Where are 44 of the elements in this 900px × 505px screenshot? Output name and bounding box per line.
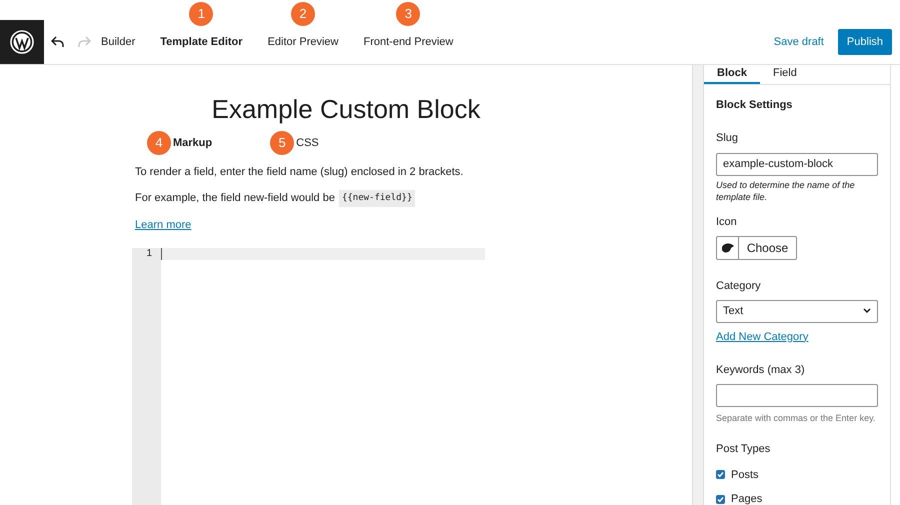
sidebar-tab[interactable]: Block	[704, 65, 760, 84]
keywords-field[interactable]	[716, 384, 878, 406]
scrollbar[interactable]	[692, 65, 704, 505]
checkbox-label: Posts	[731, 468, 759, 482]
editor-tab[interactable]: Markup	[173, 134, 212, 152]
bird-icon	[720, 242, 734, 254]
add-category-link[interactable]: Add New Category	[716, 328, 878, 345]
toolbar-tab[interactable]: Front-end Preview	[363, 34, 454, 50]
checkbox[interactable]	[716, 494, 725, 504]
line-number: 1	[145, 248, 153, 260]
example-text: For example, the field new-field would be	[135, 191, 335, 206]
step-badge: 1	[189, 2, 214, 26]
step-badge: 5	[270, 131, 294, 155]
step-badge: 3	[396, 2, 420, 26]
category-select[interactable]: Text	[716, 300, 878, 322]
save-draft-link[interactable]: Save draft	[774, 34, 824, 50]
help-text: To render a field, enter the field name (slug) enclosed in 2 brackets.	[135, 165, 464, 180]
slug-field[interactable]: example-custom-block	[716, 152, 878, 176]
help-text: Used to determine the name of the template file.	[716, 178, 856, 202]
code-sample: {{new-field}}	[338, 190, 416, 207]
field-label: Slug	[716, 131, 740, 146]
step-badge: 2	[291, 2, 316, 26]
field-label: Post Types	[716, 442, 772, 457]
toolbar-tab[interactable]: Template Editor	[160, 34, 243, 50]
wordpress-logo-icon[interactable]	[0, 20, 44, 64]
checkbox-label: Pages	[731, 492, 762, 505]
block-title: Example Custom Block	[212, 93, 480, 125]
learn-more-link[interactable]: Learn more	[135, 217, 563, 234]
section-heading: Block Settings	[716, 98, 794, 112]
toolbar-tab[interactable]: Editor Preview	[268, 34, 338, 50]
undo-icon[interactable]	[51, 36, 65, 48]
editor-tab[interactable]: CSS	[296, 134, 319, 152]
field-label: Keywords (max 3)	[716, 363, 806, 378]
checkbox[interactable]	[716, 470, 725, 480]
field-label: Category	[716, 279, 762, 294]
publish-button[interactable]: Publish	[838, 29, 892, 55]
step-badge: 4	[147, 131, 171, 155]
help-text: Separate with commas or the Enter key.	[716, 412, 876, 425]
code-editor[interactable]: 1	[132, 248, 485, 505]
chevron-down-icon	[863, 308, 871, 314]
sidebar-tab[interactable]: Field	[760, 65, 810, 84]
toolbar-tab[interactable]: Builder	[101, 34, 136, 50]
field-label: Icon	[716, 214, 738, 230]
icon-picker[interactable]: Choose	[716, 236, 797, 260]
